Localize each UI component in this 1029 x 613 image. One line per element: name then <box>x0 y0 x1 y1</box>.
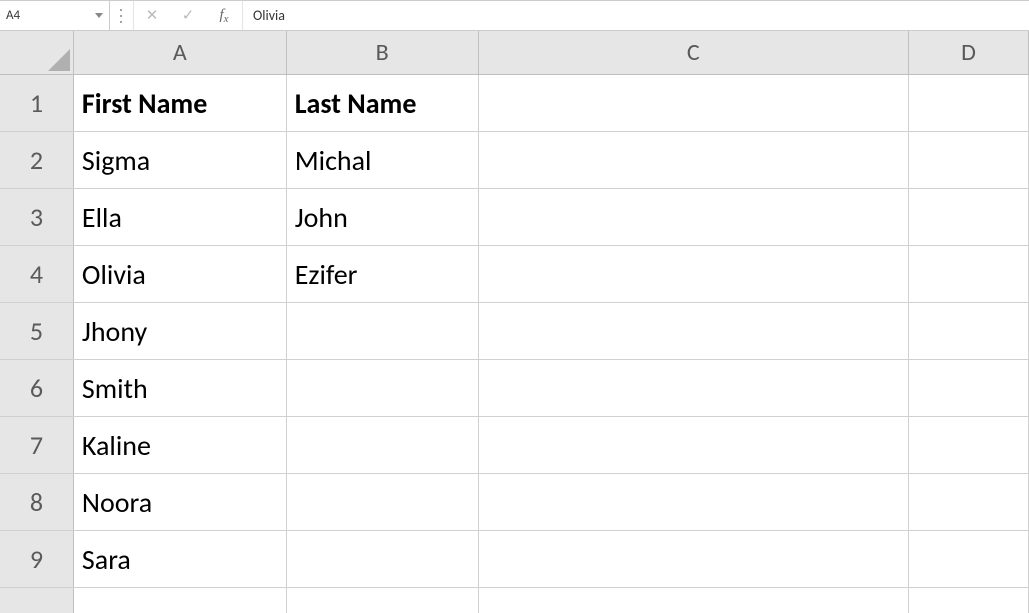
cell-D6[interactable] <box>909 360 1029 416</box>
cell-B2[interactable]: Michal <box>287 132 479 188</box>
insert-function-button[interactable]: fx <box>206 1 242 30</box>
cell-C9[interactable] <box>479 531 910 587</box>
formula-input-text: Olivia <box>253 7 285 24</box>
cell-C6[interactable] <box>479 360 910 416</box>
cell-A1[interactable]: First Name <box>74 75 287 131</box>
row-header-3[interactable]: 3 <box>0 189 74 245</box>
formula-bar-options[interactable] <box>110 1 134 30</box>
cell-D3[interactable] <box>909 189 1029 245</box>
cell-A5[interactable]: Jhony <box>74 303 287 359</box>
cell-B7[interactable] <box>287 417 479 473</box>
cell-D7[interactable] <box>909 417 1029 473</box>
row-header-2[interactable]: 2 <box>0 132 74 188</box>
cell-A6[interactable]: Smith <box>74 360 287 416</box>
column-headers: A B C D <box>0 31 1029 75</box>
cell-B6[interactable] <box>287 360 479 416</box>
column-header-C[interactable]: C <box>479 31 910 74</box>
table-row <box>0 588 1029 613</box>
cell-B3[interactable]: John <box>287 189 479 245</box>
column-header-D[interactable]: D <box>909 31 1029 74</box>
cell-A2[interactable]: Sigma <box>74 132 287 188</box>
select-all-triangle-icon <box>48 49 70 71</box>
cell-D10[interactable] <box>909 588 1029 613</box>
name-box-text: A4 <box>6 8 89 23</box>
row-header-5[interactable]: 5 <box>0 303 74 359</box>
cell-C10[interactable] <box>479 588 910 613</box>
cell-A4[interactable]: Olivia <box>74 246 287 302</box>
cell-B4[interactable]: Ezifer <box>287 246 479 302</box>
row-header-1[interactable]: 1 <box>0 75 74 131</box>
cell-A10[interactable] <box>74 588 287 613</box>
cell-A9[interactable]: Sara <box>74 531 287 587</box>
cell-D8[interactable] <box>909 474 1029 530</box>
cell-B8[interactable] <box>287 474 479 530</box>
column-header-B[interactable]: B <box>287 31 479 74</box>
cell-C8[interactable] <box>479 474 910 530</box>
cell-C4[interactable] <box>479 246 910 302</box>
cell-B5[interactable] <box>287 303 479 359</box>
chevron-down-icon[interactable] <box>95 13 103 18</box>
formula-input[interactable]: Olivia <box>243 1 1029 30</box>
table-row: 9 Sara <box>0 531 1029 588</box>
column-header-A[interactable]: A <box>74 31 287 74</box>
row-header-8[interactable]: 8 <box>0 474 74 530</box>
formula-bar: A4 ✕ ✓ fx Olivia <box>0 1 1029 31</box>
cell-C1[interactable] <box>479 75 910 131</box>
fx-icon: fx <box>219 7 228 24</box>
cell-C5[interactable] <box>479 303 910 359</box>
cell-B9[interactable] <box>287 531 479 587</box>
cell-D1[interactable] <box>909 75 1029 131</box>
vertical-dots-icon <box>120 9 123 23</box>
table-row: 3 Ella John <box>0 189 1029 246</box>
table-row: 4 Olivia Ezifer <box>0 246 1029 303</box>
cell-C2[interactable] <box>479 132 910 188</box>
cell-B1[interactable]: Last Name <box>287 75 479 131</box>
enter-button[interactable]: ✓ <box>170 1 206 30</box>
table-row: 8 Noora <box>0 474 1029 531</box>
cell-D5[interactable] <box>909 303 1029 359</box>
cancel-icon: ✕ <box>146 6 159 25</box>
cell-D9[interactable] <box>909 531 1029 587</box>
table-row: 5 Jhony <box>0 303 1029 360</box>
table-row: 7 Kaline <box>0 417 1029 474</box>
select-all-corner[interactable] <box>0 31 74 74</box>
cell-D2[interactable] <box>909 132 1029 188</box>
cell-C7[interactable] <box>479 417 910 473</box>
row-header-4[interactable]: 4 <box>0 246 74 302</box>
row-header-7[interactable]: 7 <box>0 417 74 473</box>
cell-A3[interactable]: Ella <box>74 189 287 245</box>
row-header-9[interactable]: 9 <box>0 531 74 587</box>
name-box[interactable]: A4 <box>0 1 110 30</box>
cell-A8[interactable]: Noora <box>74 474 287 530</box>
check-icon: ✓ <box>182 6 195 25</box>
row-header-6[interactable]: 6 <box>0 360 74 416</box>
cell-D4[interactable] <box>909 246 1029 302</box>
row-header-10[interactable] <box>0 588 74 613</box>
spreadsheet-grid: A B C D 1 First Name Last Name 2 Sigma M… <box>0 31 1029 612</box>
table-row: 1 First Name Last Name <box>0 75 1029 132</box>
table-row: 2 Sigma Michal <box>0 132 1029 189</box>
cell-A7[interactable]: Kaline <box>74 417 287 473</box>
cell-C3[interactable] <box>479 189 910 245</box>
cancel-button[interactable]: ✕ <box>134 1 170 30</box>
cell-B10[interactable] <box>287 588 479 613</box>
table-row: 6 Smith <box>0 360 1029 417</box>
